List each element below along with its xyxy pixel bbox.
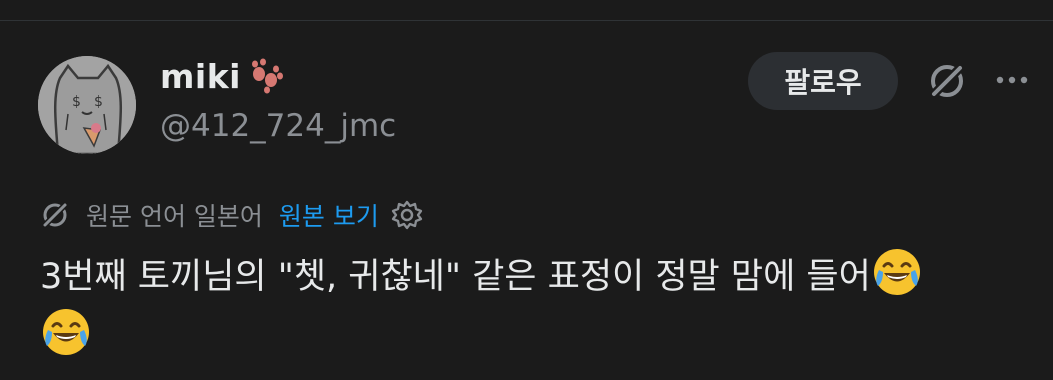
svg-text:$: $	[94, 94, 103, 110]
top-divider	[0, 20, 1053, 21]
avatar[interactable]: $ $	[38, 56, 136, 154]
avatar-image: $ $	[38, 56, 136, 154]
tweet-text: 3번째 토끼님의 "쳇, 귀찮네" 같은 표정이 정말 맘에 들어	[40, 246, 1040, 366]
settings-icon[interactable]	[391, 199, 423, 231]
grok-translate-icon	[40, 200, 70, 230]
source-language-label: 원문 언어 일본어	[86, 202, 263, 231]
follow-button[interactable]: 팔로우	[748, 52, 898, 110]
tweet-body: 3번째 토끼님의 "쳇, 귀찮네" 같은 표정이 정말 맘에 들어	[40, 257, 871, 297]
laughing-crying-emoji	[40, 306, 92, 358]
translation-row: 원문 언어 일본어 원본 보기	[40, 196, 423, 234]
more-icon[interactable]	[992, 60, 1032, 100]
paw-icon	[245, 56, 285, 96]
name-row: miki	[160, 56, 285, 96]
svg-text:$: $	[72, 94, 81, 110]
laughing-crying-emoji	[871, 246, 923, 298]
user-handle[interactable]: @412_724_jmc	[160, 108, 396, 144]
show-original-link[interactable]: 원본 보기	[279, 197, 379, 233]
grok-icon[interactable]	[926, 60, 968, 102]
display-name[interactable]: miki	[160, 57, 241, 96]
